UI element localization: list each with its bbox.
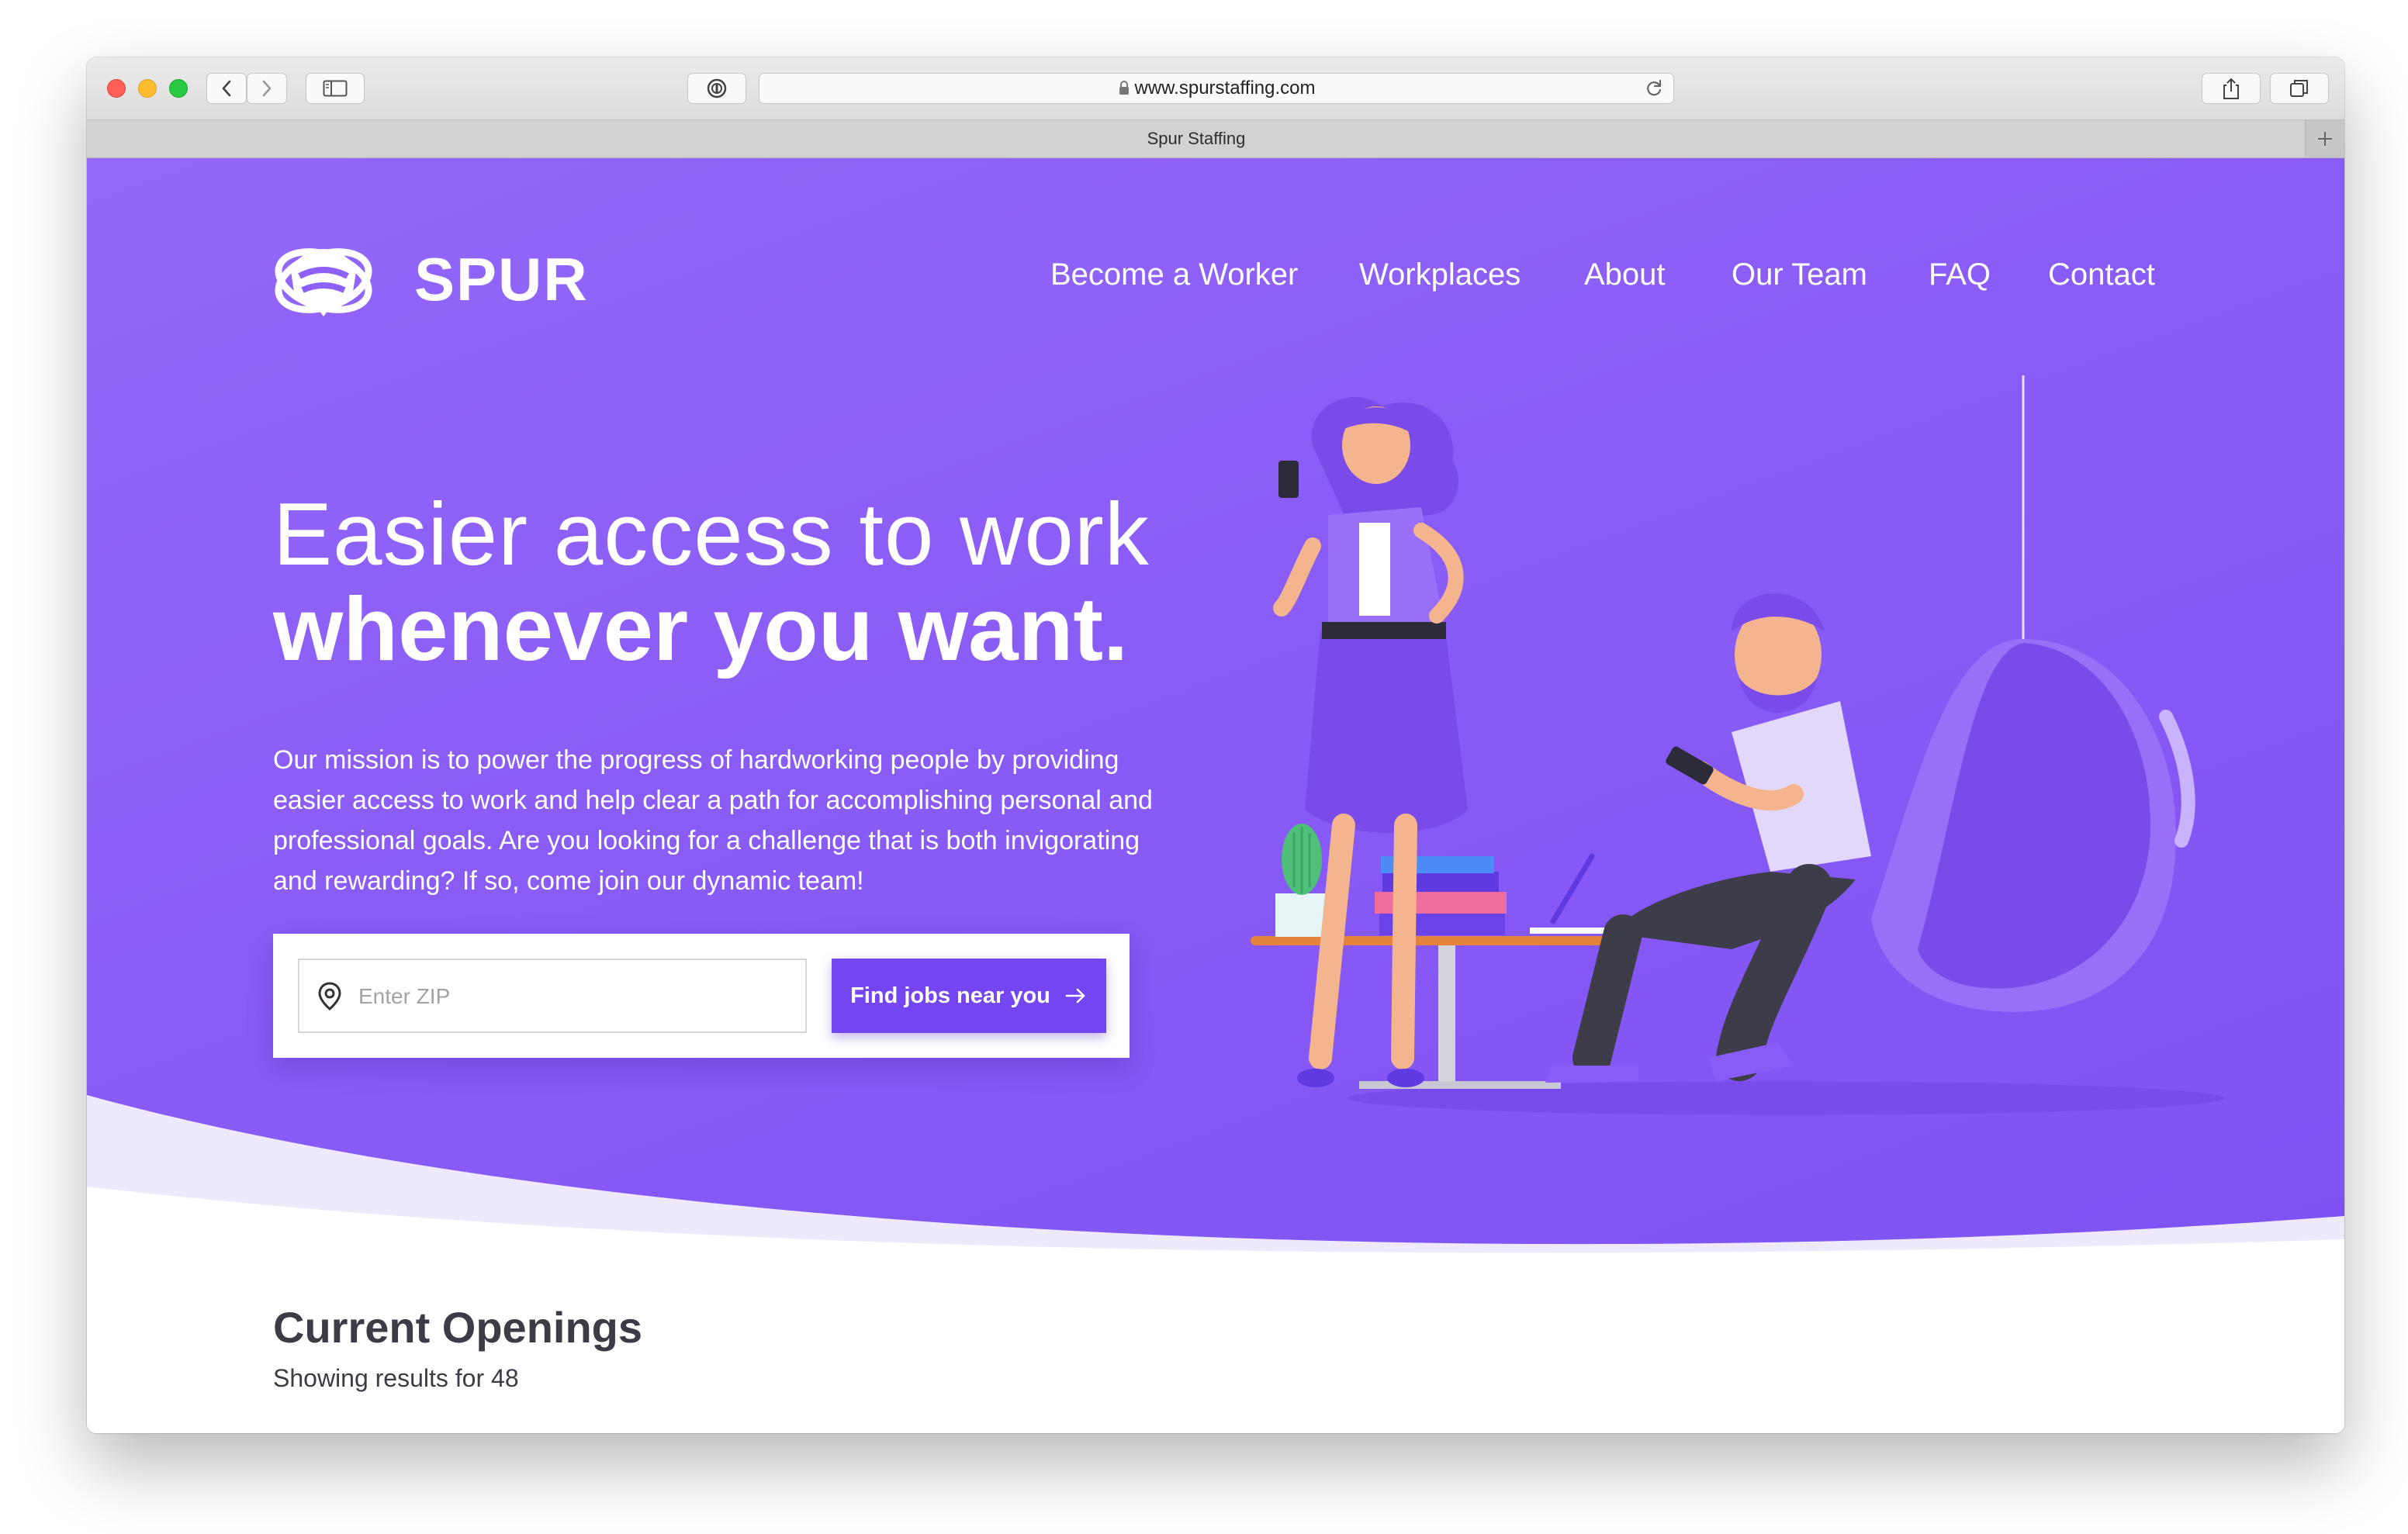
job-search-card: Find jobs near you: [273, 934, 1130, 1058]
mission-statement: Our mission is to power the progress of …: [273, 745, 1153, 896]
lock-icon: [1119, 81, 1129, 95]
results-summary: Showing results for 48: [273, 1364, 519, 1392]
man-figure: [1545, 593, 1871, 1083]
tab-bar: Spur Staffing: [87, 119, 2344, 158]
back-button[interactable]: [206, 73, 247, 104]
password-key-icon: [707, 78, 727, 98]
browser-toolbar: www.spurstaffing.com: [87, 57, 2344, 119]
hero-illustration: [1251, 375, 2224, 1115]
hero-headline-line-1: Easier access to work: [273, 485, 1150, 584]
hero-headline-line-2: whenever you want.: [273, 579, 1129, 679]
address-bar[interactable]: www.spurstaffing.com: [759, 73, 1674, 104]
nav-contact[interactable]: Contact: [2048, 257, 2155, 292]
password-manager-button[interactable]: [687, 73, 746, 104]
share-button[interactable]: [2202, 73, 2261, 104]
forward-button[interactable]: [247, 73, 287, 104]
sidebar-toggle-button[interactable]: [306, 73, 365, 104]
sidebar-icon: [323, 80, 348, 97]
reload-icon[interactable]: [1644, 78, 1664, 98]
find-jobs-label: Find jobs near you: [850, 983, 1050, 1008]
egg-chair: [1871, 639, 2195, 1012]
zip-field[interactable]: [298, 959, 807, 1033]
nav-workplaces[interactable]: Workplaces: [1359, 257, 1521, 292]
share-icon: [2223, 78, 2239, 99]
nav-faq[interactable]: FAQ: [1929, 257, 1991, 292]
plus-icon: [2318, 132, 2332, 146]
location-pin-icon: [318, 982, 341, 1011]
spur-logo-icon: [275, 248, 372, 316]
tabs-overview-button[interactable]: [2270, 73, 2329, 104]
arrow-right-icon: [1065, 988, 1085, 1004]
zip-input[interactable]: [357, 960, 794, 1033]
spur-logo[interactable]: SPUR: [273, 236, 589, 323]
url-value: www.spurstaffing.com: [1134, 78, 1316, 98]
chevron-right-icon: [262, 80, 272, 97]
brand-name: SPUR: [414, 244, 589, 313]
current-openings-heading: Current Openings: [273, 1303, 643, 1352]
nav-about[interactable]: About: [1584, 257, 1666, 292]
close-window-button[interactable]: [107, 79, 126, 98]
new-tab-button[interactable]: [2305, 120, 2344, 157]
minimize-window-button[interactable]: [138, 79, 157, 98]
active-tab[interactable]: Spur Staffing: [87, 120, 2306, 159]
tabs-icon: [2290, 80, 2308, 97]
nav-become-a-worker[interactable]: Become a Worker: [1050, 257, 1298, 292]
maximize-window-button[interactable]: [169, 79, 188, 98]
nav-our-team[interactable]: Our Team: [1732, 257, 1867, 292]
web-page: SPUR Become a Worker Workplaces About Ou…: [87, 158, 2344, 1433]
find-jobs-button[interactable]: Find jobs near you: [832, 959, 1106, 1033]
chevron-left-icon: [222, 80, 231, 97]
url-text: www.spurstaffing.com: [759, 74, 1673, 103]
browser-window: www.spurstaffing.com Spur Staffing SPUR …: [87, 57, 2344, 1433]
